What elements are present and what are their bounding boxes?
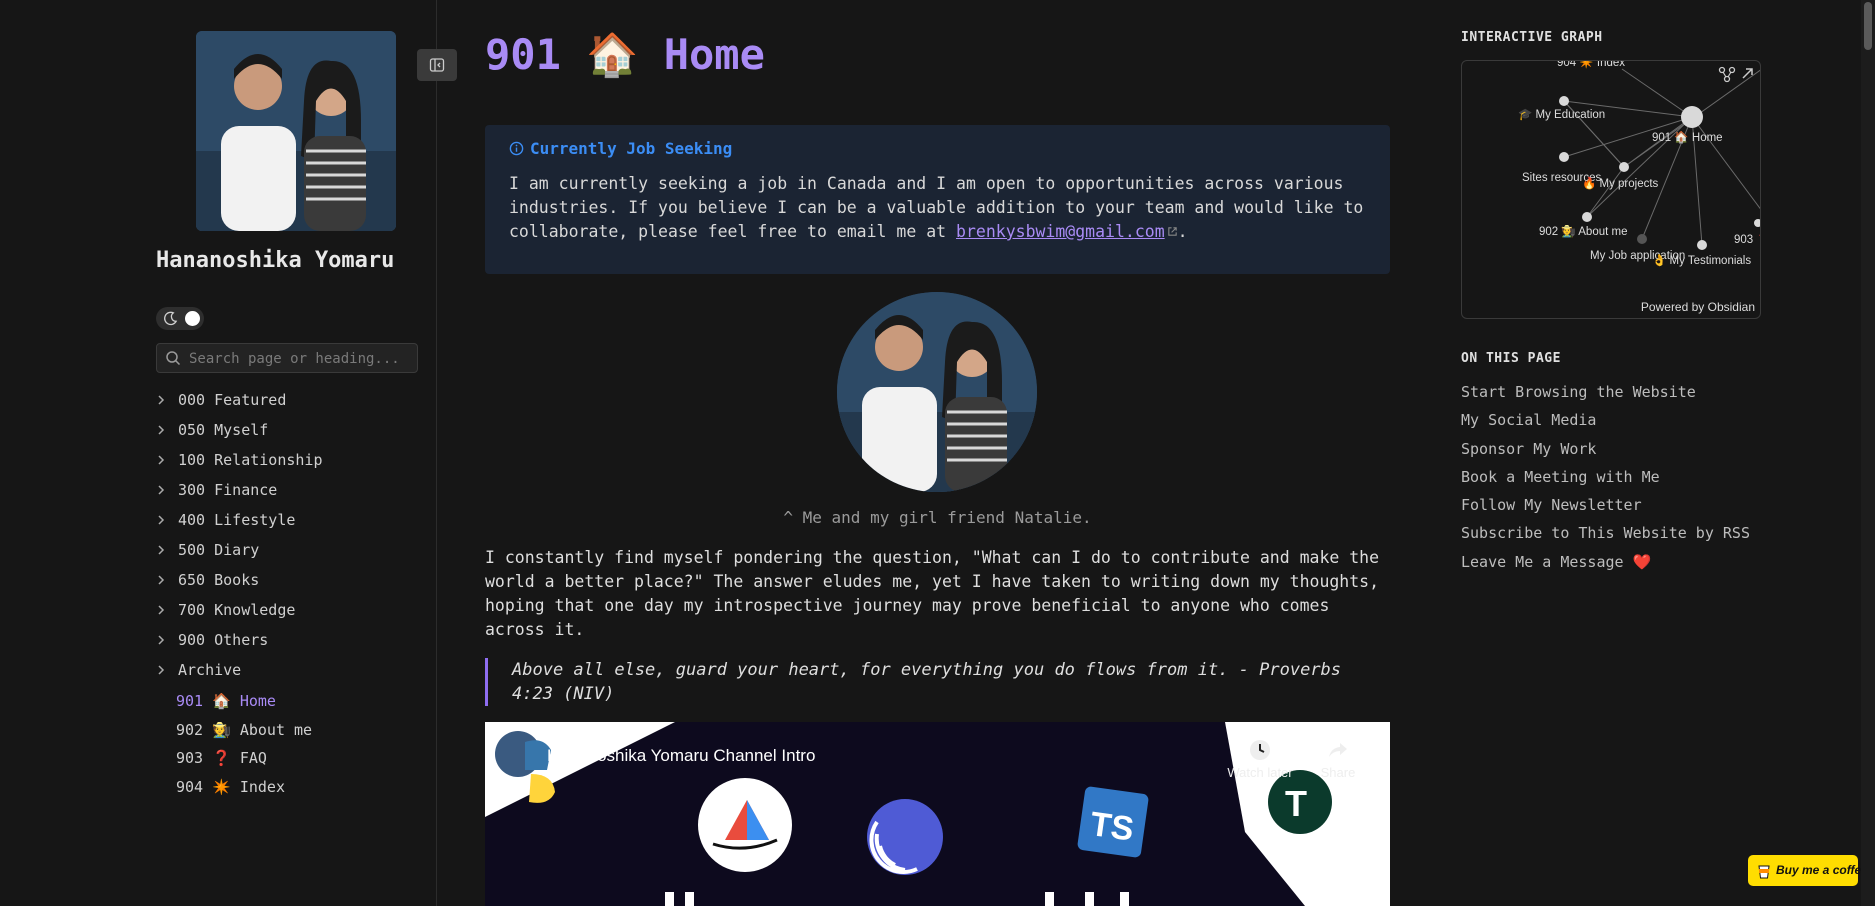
profile-photo bbox=[196, 31, 396, 231]
folder-label: 400 Lifestyle bbox=[178, 511, 296, 529]
search-box[interactable] bbox=[156, 343, 418, 373]
chevron-right-icon bbox=[158, 635, 165, 645]
folder-item[interactable]: 100 Relationship bbox=[156, 449, 323, 479]
left-sidebar: Hananoshika Yomaru 000 Featured 050 Myse… bbox=[0, 0, 437, 906]
share-button[interactable]: Share bbox=[1303, 738, 1373, 780]
coffee-cup-icon bbox=[1758, 865, 1770, 879]
folder-item[interactable]: 000 Featured bbox=[156, 389, 312, 419]
toggle-knob bbox=[185, 311, 200, 326]
graph-heading: INTERACTIVE GRAPH bbox=[1461, 30, 1603, 45]
folder-item[interactable]: 700 Knowledge bbox=[156, 599, 312, 629]
job-seeking-callout: Currently Job Seeking I am currently see… bbox=[485, 125, 1390, 274]
folder-item[interactable]: 650 Books bbox=[156, 569, 312, 599]
folder-label: 050 Myself bbox=[178, 421, 269, 439]
info-icon bbox=[509, 141, 524, 156]
folder-label: 000 Featured bbox=[178, 391, 287, 409]
toc-link[interactable]: Subscribe to This Website by RSS bbox=[1461, 524, 1750, 552]
table-of-contents: Start Browsing the Website My Social Med… bbox=[1461, 383, 1750, 581]
chevron-right-icon bbox=[158, 485, 165, 495]
folder-item[interactable]: 300 Finance bbox=[156, 479, 312, 509]
toc-link[interactable]: Sponsor My Work bbox=[1461, 440, 1750, 468]
callout-title: Currently Job Seeking bbox=[509, 139, 1366, 158]
folder-label: Archive bbox=[178, 661, 242, 679]
chevron-right-icon bbox=[158, 425, 165, 435]
folder-label: 900 Others bbox=[178, 631, 269, 649]
graph-node-education[interactable]: 🎓 My Education bbox=[1518, 108, 1605, 121]
svg-text:TS: TS bbox=[1088, 805, 1136, 849]
sidebar-collapse-icon bbox=[429, 58, 445, 72]
page-link-home[interactable]: 901 🏠 Home bbox=[156, 689, 312, 718]
page-link-index[interactable]: 904 ✴️ Index bbox=[156, 775, 312, 804]
powered-by-obsidian[interactable]: Powered by Obsidian bbox=[1641, 300, 1755, 314]
folder-label: 500 Diary bbox=[178, 541, 260, 559]
main-content: 901 🏠 Home Currently Job Seeking I am cu… bbox=[485, 0, 1390, 906]
toc-heading: ON THIS PAGE bbox=[1461, 351, 1561, 366]
scrollbar-thumb[interactable] bbox=[1864, 2, 1872, 50]
page-link-faq[interactable]: 903 ❓ FAQ bbox=[156, 746, 312, 775]
folder-item[interactable]: Archive bbox=[156, 659, 312, 689]
folder-label: 300 Finance bbox=[178, 481, 278, 499]
callout-body: I am currently seeking a job in Canada a… bbox=[509, 172, 1366, 244]
site-title[interactable]: Hananoshika Yomaru bbox=[156, 248, 394, 273]
graph-node-projects[interactable]: 🔥 My projects bbox=[1582, 176, 1659, 190]
svg-text:T: T bbox=[1285, 783, 1307, 824]
folder-item[interactable]: 400 Lifestyle bbox=[156, 509, 312, 539]
chevron-right-icon bbox=[158, 395, 165, 405]
folder-label: 700 Knowledge bbox=[178, 601, 296, 619]
chevron-right-icon bbox=[158, 545, 165, 555]
chevron-right-icon bbox=[158, 605, 165, 615]
graph-node-index[interactable]: 904 ✴️ Index bbox=[1557, 61, 1625, 69]
email-link[interactable]: brenkysbwim@gmail.com bbox=[956, 222, 1165, 241]
clock-icon bbox=[1250, 740, 1270, 760]
search-icon bbox=[166, 351, 181, 366]
theme-toggle[interactable] bbox=[156, 307, 204, 330]
file-explorer: 000 Featured 050 Myself 100 Relationship… bbox=[156, 389, 323, 804]
search-input[interactable] bbox=[187, 346, 413, 372]
chevron-right-icon bbox=[158, 455, 165, 465]
right-sidebar: INTERACTIVE GRAPH 904 ✴️ Index 🎓 My Educ… bbox=[1461, 0, 1861, 906]
youtube-embed[interactable]: TS T Hananoshika Yomaru Channel Intro Wa… bbox=[485, 722, 1390, 906]
folder-item[interactable]: 500 Diary bbox=[156, 539, 312, 569]
intro-paragraph: I constantly find myself pondering the q… bbox=[485, 548, 1380, 639]
page-link-about-me[interactable]: 902 🧑‍🌾 About me bbox=[156, 718, 312, 747]
folder-item[interactable]: 050 Myself bbox=[156, 419, 312, 449]
watch-later-button[interactable]: Watch later bbox=[1225, 738, 1295, 780]
page-title: 901 🏠 Home bbox=[485, 30, 765, 79]
graph-node-faq[interactable]: 903 ❓ bbox=[1734, 232, 1761, 246]
photo-caption: ^ Me and my girl friend Natalie. bbox=[783, 508, 1092, 527]
folder-label: 100 Relationship bbox=[178, 451, 323, 469]
toc-link[interactable]: Start Browsing the Website bbox=[1461, 383, 1750, 411]
graph-node-about-me[interactable]: 902 🧑‍🌾 About me bbox=[1539, 224, 1628, 238]
graph-settings-icon[interactable] bbox=[1718, 66, 1736, 83]
toc-link[interactable]: Follow My Newsletter bbox=[1461, 496, 1750, 524]
folder-item[interactable]: 900 Others bbox=[156, 629, 312, 659]
watch-later-label: Watch later bbox=[1227, 765, 1293, 780]
coffee-label: Buy me a coffee bbox=[1776, 863, 1868, 877]
share-icon bbox=[1329, 743, 1347, 757]
moon-icon bbox=[164, 311, 178, 326]
graph-node-testimonials[interactable]: 👌 My Testimonials bbox=[1652, 253, 1751, 267]
graph-canvas: 904 ✴️ Index 🎓 My Education 901 🏠 Home S… bbox=[1518, 61, 1761, 267]
toc-link[interactable]: Book a Meeting with Me bbox=[1461, 468, 1750, 496]
chevron-right-icon bbox=[158, 665, 165, 675]
external-link-icon bbox=[1167, 227, 1177, 236]
interactive-graph[interactable]: 904 ✴️ Index 🎓 My Education 901 🏠 Home S… bbox=[1461, 60, 1761, 319]
collapse-sidebar-button[interactable] bbox=[417, 49, 457, 81]
bible-quote: Above all else, guard your heart, for ev… bbox=[485, 658, 1390, 706]
chevron-right-icon bbox=[158, 515, 165, 525]
video-title[interactable]: Hananoshika Yomaru Channel Intro bbox=[547, 746, 815, 766]
toc-link[interactable]: Leave Me a Message ❤️ bbox=[1461, 553, 1750, 581]
chevron-right-icon bbox=[158, 575, 165, 585]
share-label: Share bbox=[1320, 765, 1356, 780]
toc-link[interactable]: My Social Media bbox=[1461, 411, 1750, 439]
callout-text-end: . bbox=[1177, 222, 1188, 241]
folder-label: 650 Books bbox=[178, 571, 260, 589]
page-scrollbar[interactable] bbox=[1861, 0, 1875, 906]
couple-photo bbox=[837, 292, 1037, 492]
callout-title-text: Currently Job Seeking bbox=[530, 139, 733, 158]
callout-text: I am currently seeking a job in Canada a… bbox=[509, 174, 1364, 241]
graph-node-home[interactable]: 901 🏠 Home bbox=[1652, 130, 1723, 144]
buy-me-a-coffee-button[interactable]: Buy me a coffee bbox=[1748, 855, 1868, 886]
